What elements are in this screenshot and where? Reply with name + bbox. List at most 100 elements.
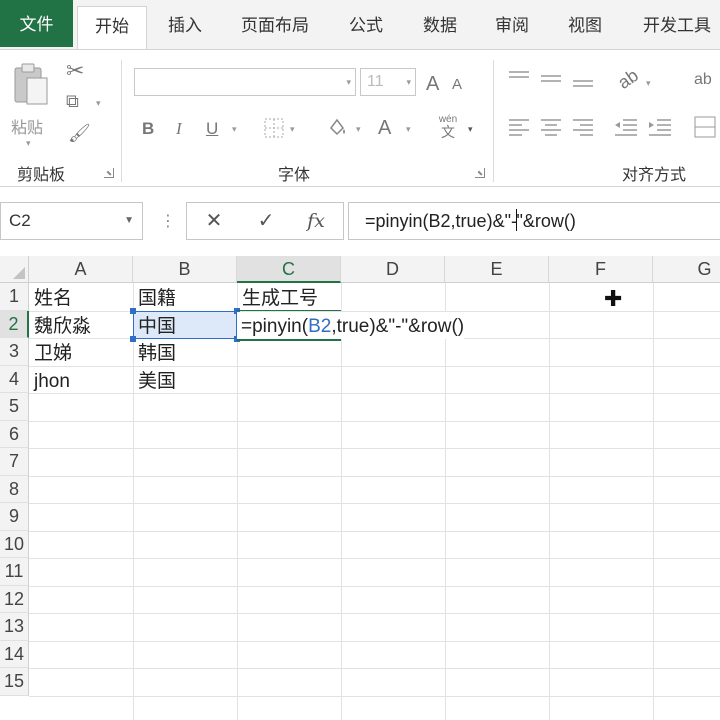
orientation-icon[interactable]: ab [614, 65, 642, 93]
format-painter-icon[interactable]: 🖌 [68, 124, 91, 142]
paste-label: 粘贴 [11, 120, 44, 137]
wrap-text-icon[interactable]: ab [694, 72, 712, 88]
select-all-button[interactable] [0, 256, 29, 283]
align-left-icon[interactable] [508, 118, 530, 136]
row-header-14[interactable]: 14 [0, 640, 29, 668]
grow-font-icon[interactable]: A [426, 74, 439, 94]
cell-a1[interactable]: 姓名 [29, 284, 133, 311]
gridline [445, 283, 446, 720]
tab-developer[interactable]: 开发工具 [634, 6, 720, 50]
gridline [29, 530, 720, 532]
underline-button[interactable]: U [206, 120, 218, 137]
cell-c1[interactable]: 生成工号 [237, 284, 341, 311]
font-color-icon[interactable]: A [378, 118, 391, 138]
gridline [29, 420, 720, 422]
phonetic-icon[interactable]: wén 文 [436, 114, 460, 140]
column-header-a[interactable]: A [29, 256, 133, 283]
tab-view[interactable]: 视图 [555, 6, 615, 50]
row-header-12[interactable]: 12 [0, 585, 29, 613]
cut-icon[interactable]: ✂ [66, 60, 84, 82]
align-right-icon[interactable] [572, 118, 594, 136]
gridline [237, 283, 238, 720]
row-header-13[interactable]: 13 [0, 613, 29, 641]
cell-a2[interactable]: 魏欣淼 [29, 312, 133, 339]
column-header-b[interactable]: B [133, 256, 237, 283]
row-header-5[interactable]: 5 [0, 393, 29, 421]
tab-insert[interactable]: 插入 [155, 6, 215, 50]
name-box[interactable]: C2 ▼ [0, 202, 143, 240]
formula-bar: C2 ▼ ⋮ ✕ ✓ fx =pinyin(B2,true)&"-"&row() [0, 193, 720, 249]
group-divider [121, 60, 122, 182]
font-color-dropdown-icon[interactable]: ▾ [406, 124, 411, 135]
paste-button[interactable]: 粘贴 ▾ [8, 62, 54, 152]
row-header-3[interactable]: 3 [0, 338, 29, 366]
row-header-8[interactable]: 8 [0, 475, 29, 503]
tab-data[interactable]: 数据 [410, 6, 470, 50]
fill-color-icon[interactable] [326, 116, 348, 138]
enter-icon[interactable]: ✓ [241, 203, 291, 239]
tab-home[interactable]: 开始 [77, 6, 147, 52]
column-header-g[interactable]: G [653, 256, 720, 283]
row-header-15[interactable]: 15 [0, 668, 29, 696]
copy-dropdown-icon[interactable]: ▾ [96, 98, 101, 109]
cell-a4[interactable]: jhon [29, 367, 133, 394]
font-launcher-icon[interactable] [475, 168, 485, 178]
formula-input[interactable]: =pinyin(B2,true)&"-"&row() [348, 202, 720, 240]
cancel-icon[interactable]: ✕ [189, 203, 239, 239]
column-header-d[interactable]: D [341, 256, 445, 283]
merge-center-icon[interactable] [694, 116, 716, 138]
borders-icon[interactable] [264, 118, 284, 138]
cell-b2[interactable]: 中国 [133, 312, 237, 339]
tab-page-layout[interactable]: 页面布局 [232, 6, 318, 50]
align-middle-icon[interactable] [540, 70, 562, 88]
bold-button[interactable]: B [142, 120, 154, 137]
name-box-dropdown-icon[interactable]: ▼ [124, 203, 134, 239]
font-name-select[interactable]: ▾ [134, 68, 356, 96]
decrease-indent-icon[interactable] [614, 118, 638, 136]
phonetic-dropdown-icon[interactable]: ▾ [468, 124, 473, 135]
shrink-font-icon[interactable]: A [452, 77, 462, 92]
column-header-e[interactable]: E [445, 256, 549, 283]
cell-b4[interactable]: 美国 [133, 367, 237, 394]
copy-icon[interactable]: ⧉ [66, 92, 79, 110]
gridline [29, 640, 720, 642]
row-header-7[interactable]: 7 [0, 448, 29, 476]
align-center-icon[interactable] [540, 118, 562, 136]
increase-indent-icon[interactable] [648, 118, 672, 136]
borders-dropdown-icon[interactable]: ▾ [290, 124, 295, 135]
worksheet-grid[interactable]: A B C D E F G 1 2 3 4 5 6 7 8 9 10 11 12… [0, 256, 720, 720]
paste-dropdown-icon[interactable]: ▾ [26, 138, 31, 149]
more-options-icon[interactable]: ⋮ [160, 211, 176, 231]
column-header-f[interactable]: F [549, 256, 653, 283]
row-header-1[interactable]: 1 [0, 283, 29, 311]
font-name-dropdown-icon: ▾ [346, 77, 351, 87]
orientation-dropdown-icon[interactable]: ▾ [646, 78, 651, 89]
insert-function-icon[interactable]: fx [291, 203, 341, 239]
ribbon-tab-bar: 文件 开始 插入 页面布局 公式 数据 审阅 视图 开发工具 [0, 0, 720, 52]
align-bottom-icon[interactable] [572, 70, 594, 88]
gridline [29, 585, 720, 587]
tab-file[interactable]: 文件 [0, 0, 73, 47]
row-header-11[interactable]: 11 [0, 558, 29, 586]
underline-dropdown-icon[interactable]: ▾ [232, 124, 237, 135]
gridline [29, 475, 720, 477]
tab-review[interactable]: 审阅 [482, 6, 542, 50]
row-header-4[interactable]: 4 [0, 365, 29, 393]
row-header-6[interactable]: 6 [0, 420, 29, 448]
align-top-icon[interactable] [508, 70, 530, 88]
cell-b1[interactable]: 国籍 [133, 284, 237, 311]
cell-a3[interactable]: 卫娣 [29, 339, 133, 366]
gridline [29, 503, 720, 504]
tab-formulas[interactable]: 公式 [336, 6, 396, 50]
cell-b3[interactable]: 韩国 [133, 339, 237, 366]
fill-color-dropdown-icon[interactable]: ▾ [356, 124, 361, 135]
italic-button[interactable]: I [176, 120, 182, 137]
column-header-c[interactable]: C [237, 256, 341, 283]
row-header-9[interactable]: 9 [0, 503, 29, 531]
clipboard-launcher-icon[interactable] [104, 168, 114, 178]
row-header-2[interactable]: 2 [0, 310, 29, 338]
gridline [29, 668, 720, 669]
row-header-10[interactable]: 10 [0, 530, 29, 558]
font-size-select[interactable]: 11 ▾ [360, 68, 416, 96]
cell-c2-editor[interactable]: =pinyin(B2,true)&"-"&row() [237, 311, 465, 339]
